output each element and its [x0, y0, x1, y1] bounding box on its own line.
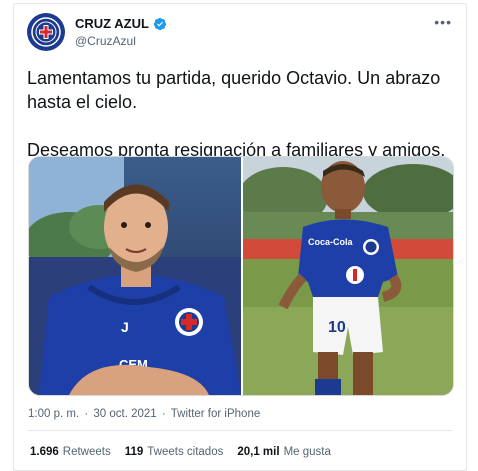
quotes-label: Tweets citados: [147, 446, 224, 458]
tweet-text: Lamentamos tu partida, querido Octavio. …: [27, 68, 446, 160]
svg-text:J: J: [121, 319, 129, 335]
tweet-time[interactable]: 1:00 p. m.: [28, 408, 79, 420]
photo-adult-player[interactable]: J CEM: [29, 157, 243, 395]
retweets-count: 1.696: [30, 446, 59, 458]
meta-separator: ·: [161, 408, 166, 420]
more-options-icon[interactable]: •••: [434, 14, 452, 30]
cruz-azul-crest-icon: [31, 17, 61, 47]
retweets-label: Retweets: [62, 446, 111, 458]
author-handle[interactable]: @CruzAzul: [75, 34, 136, 48]
author-name-row[interactable]: CRUZ AZUL: [75, 16, 167, 31]
tweet-metadata: 1:00 p. m. · 30 oct. 2021 · Twitter for …: [28, 408, 262, 420]
engagement-stats: 1.696 Retweets 119 Tweets citados 20,1 mil…: [30, 446, 331, 458]
likes-stat[interactable]: 20,1 mil Me gusta: [237, 446, 331, 458]
divider: [28, 430, 452, 431]
tweet-date[interactable]: 30 oct. 2021: [93, 408, 156, 420]
profile-avatar[interactable]: [27, 13, 65, 51]
meta-separator: ·: [84, 408, 89, 420]
likes-label: Me gusta: [283, 446, 331, 458]
photo-child-player[interactable]: Coca-Cola 10: [243, 157, 453, 395]
verified-badge-icon: [153, 17, 167, 30]
tweet-source[interactable]: Twitter for iPhone: [171, 408, 260, 420]
photo-adult-illustration: J CEM: [29, 157, 241, 395]
svg-text:Coca-Cola: Coca-Cola: [308, 237, 354, 247]
quotes-count: 119: [124, 446, 144, 458]
quotes-stat[interactable]: 119 Tweets citados: [125, 446, 224, 458]
likes-count: 20,1 mil: [237, 446, 280, 458]
author-display-name[interactable]: CRUZ AZUL: [75, 16, 149, 31]
photo-child-illustration: Coca-Cola 10: [243, 157, 453, 395]
retweets-stat[interactable]: 1.696 Retweets: [30, 446, 111, 458]
tweet-media[interactable]: J CEM Coca-Cola 10: [28, 156, 454, 396]
svg-text:10: 10: [328, 319, 346, 336]
